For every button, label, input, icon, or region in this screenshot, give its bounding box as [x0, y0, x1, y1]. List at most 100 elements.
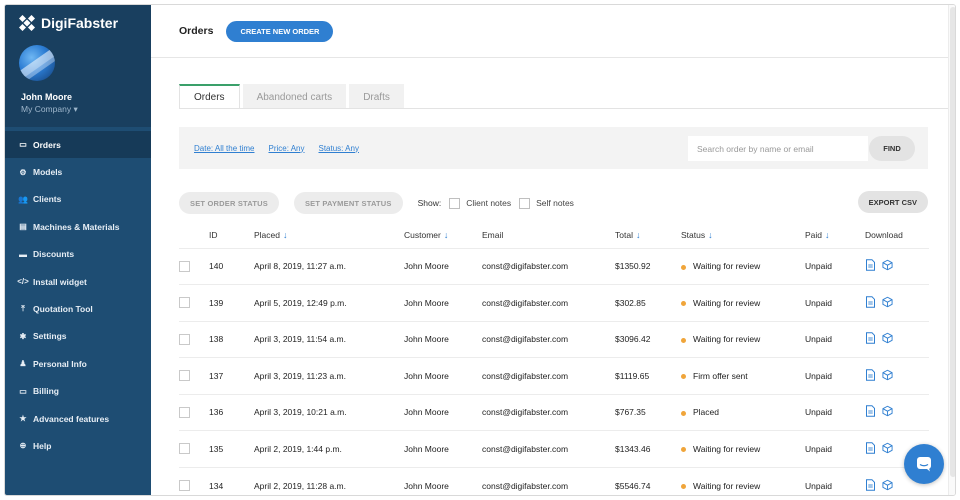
company-name: My Company — [21, 104, 72, 114]
order-id-link[interactable]: 134 — [209, 466, 254, 495]
sidebar-item-billing[interactable]: ▭ Billing — [5, 378, 151, 405]
email-link[interactable]: const@digifabster.com — [482, 284, 615, 321]
download-model-cube-icon[interactable] — [882, 259, 893, 273]
client-notes-toggle[interactable]: Client notes — [449, 197, 511, 209]
order-id-link[interactable]: 136 — [209, 393, 254, 431]
sidebar-item-machines-materials[interactable]: ▤ Machines & Materials — [5, 213, 151, 240]
sidebar-item-orders[interactable]: ▭ Orders — [5, 131, 151, 159]
sort-arrow-icon[interactable]: ↓ — [636, 230, 641, 240]
placed-date-link[interactable]: April 3, 2019, 11:54 a.m. — [254, 320, 404, 358]
email-link[interactable]: const@digifabster.com — [482, 320, 615, 358]
total-column-header[interactable]: Total ↓ — [615, 223, 681, 248]
row-checkbox[interactable] — [179, 333, 190, 345]
sidebar-item-models[interactable]: ⚙ Models — [5, 158, 151, 185]
paid-cell: Unpaid — [805, 357, 865, 394]
download-document-icon[interactable] — [865, 332, 876, 346]
table-row[interactable]: 137 April 3, 2019, 11:23 a.m. John Moore co… — [179, 357, 929, 394]
status-dot-icon — [681, 337, 686, 343]
sidebar-item-clients[interactable]: 👥 Clients — [5, 186, 151, 213]
status-cell: Placed — [681, 393, 805, 431]
table-row[interactable]: 140 April 8, 2019, 11:27 a.m. John Moore co… — [179, 247, 929, 285]
order-id-link[interactable]: 135 — [209, 430, 254, 467]
placed-date-link[interactable]: April 2, 2019, 11:28 a.m. — [254, 466, 404, 495]
download-document-icon[interactable] — [865, 405, 876, 419]
create-new-order-button[interactable]: CREATE NEW ORDER — [226, 20, 334, 42]
placed-date-link[interactable]: April 3, 2019, 11:23 a.m. — [254, 357, 404, 394]
email-link[interactable]: const@digifabster.com — [482, 247, 615, 285]
set-payment-status-button[interactable]: SET PAYMENT STATUS — [293, 192, 403, 214]
row-checkbox[interactable] — [179, 297, 190, 309]
paid-header-label: Paid — [805, 230, 823, 241]
sidebar-item-help[interactable]: ⊕ Help — [5, 432, 151, 459]
row-checkbox[interactable] — [179, 406, 190, 418]
download-document-icon[interactable] — [865, 442, 876, 456]
email-link[interactable]: const@digifabster.com — [482, 357, 615, 394]
date-filter-link[interactable]: Date: All the time — [194, 144, 254, 153]
sidebar-item-discounts[interactable]: ▬ Discounts — [5, 241, 151, 268]
download-document-icon[interactable] — [865, 296, 876, 310]
sidebar-item-install-widget[interactable]: </> Install widget — [5, 268, 151, 295]
sort-arrow-icon[interactable]: ↓ — [825, 230, 830, 240]
export-csv-button[interactable]: EXPORT CSV — [857, 191, 928, 213]
table-row[interactable]: 134 April 2, 2019, 11:28 a.m. John Moore co… — [179, 466, 929, 495]
placed-date-link[interactable]: April 3, 2019, 10:21 a.m. — [254, 393, 404, 431]
sort-arrow-icon[interactable]: ↓ — [283, 230, 288, 240]
total-cell: $1350.92 — [615, 247, 681, 285]
order-id-link[interactable]: 140 — [209, 247, 254, 285]
placed-date-link[interactable]: April 8, 2019, 11:27 a.m. — [254, 247, 404, 285]
row-checkbox[interactable] — [179, 443, 190, 455]
order-id-link[interactable]: 137 — [209, 357, 254, 394]
row-checkbox[interactable] — [179, 260, 190, 272]
table-row[interactable]: 136 April 3, 2019, 10:21 a.m. John Moore co… — [179, 393, 929, 431]
download-model-cube-icon[interactable] — [882, 442, 893, 456]
tab-orders[interactable]: Orders — [179, 84, 240, 109]
search-input[interactable] — [688, 136, 868, 161]
sidebar-item-quotation-tool[interactable]: ⤒ Quotation Tool — [5, 295, 151, 322]
tab-drafts[interactable]: Drafts — [349, 84, 404, 109]
scrollbar-thumb[interactable] — [950, 7, 955, 477]
paid-column-header[interactable]: Paid ↓ — [805, 223, 865, 248]
avatar[interactable] — [19, 45, 55, 81]
download-model-cube-icon[interactable] — [882, 296, 893, 310]
self-notes-checkbox[interactable] — [519, 197, 531, 209]
price-filter-link[interactable]: Price: Any — [268, 144, 304, 153]
table-row[interactable]: 138 April 3, 2019, 11:54 a.m. John Moore co… — [179, 320, 929, 358]
sidebar-item-settings[interactable]: ✱ Settings — [5, 323, 151, 350]
table-row[interactable]: 135 April 2, 2019, 1:44 p.m. John Moore con… — [179, 430, 929, 467]
download-model-cube-icon[interactable] — [882, 479, 893, 493]
self-notes-toggle[interactable]: Self notes — [519, 197, 574, 209]
sidebar-item-advanced-features[interactable]: ★ Advanced features — [5, 405, 151, 432]
scrollbar[interactable] — [948, 5, 955, 495]
find-button[interactable]: FIND — [869, 136, 915, 161]
status-column-header[interactable]: Status ↓ — [681, 223, 805, 248]
email-link[interactable]: const@digifabster.com — [482, 430, 615, 467]
table-row[interactable]: 139 April 5, 2019, 12:49 p.m. John Moore co… — [179, 284, 929, 321]
placed-date-link[interactable]: April 2, 2019, 1:44 p.m. — [254, 430, 404, 467]
set-order-status-button[interactable]: SET ORDER STATUS — [179, 192, 279, 214]
company-selector[interactable]: My Company ▾ — [21, 104, 78, 115]
placed-date-link[interactable]: April 5, 2019, 12:49 p.m. — [254, 284, 404, 321]
row-checkbox[interactable] — [179, 370, 190, 382]
order-id-link[interactable]: 139 — [209, 284, 254, 321]
sort-arrow-icon[interactable]: ↓ — [444, 230, 449, 240]
email-link[interactable]: const@digifabster.com — [482, 393, 615, 431]
brand-logo[interactable]: DigiFabster — [18, 14, 151, 32]
email-link[interactable]: const@digifabster.com — [482, 466, 615, 495]
sidebar-item-personal-info[interactable]: ♟ Personal Info — [5, 350, 151, 377]
download-model-cube-icon[interactable] — [882, 332, 893, 346]
download-model-cube-icon[interactable] — [882, 369, 893, 383]
client-notes-checkbox[interactable] — [449, 197, 461, 209]
sort-arrow-icon[interactable]: ↓ — [708, 230, 713, 240]
order-id-link[interactable]: 138 — [209, 320, 254, 358]
tab-abandoned-carts[interactable]: Abandoned carts — [242, 84, 347, 109]
paid-cell: Unpaid — [805, 320, 865, 358]
download-document-icon[interactable] — [865, 369, 876, 383]
placed-column-header[interactable]: Placed ↓ — [254, 223, 404, 248]
customer-column-header[interactable]: Customer ↓ — [404, 223, 482, 248]
chat-launcher-button[interactable] — [904, 444, 944, 484]
status-filter-link[interactable]: Status: Any — [319, 144, 359, 153]
download-document-icon[interactable] — [865, 259, 876, 273]
download-model-cube-icon[interactable] — [882, 405, 893, 419]
row-checkbox[interactable] — [179, 480, 190, 492]
download-document-icon[interactable] — [865, 478, 876, 493]
